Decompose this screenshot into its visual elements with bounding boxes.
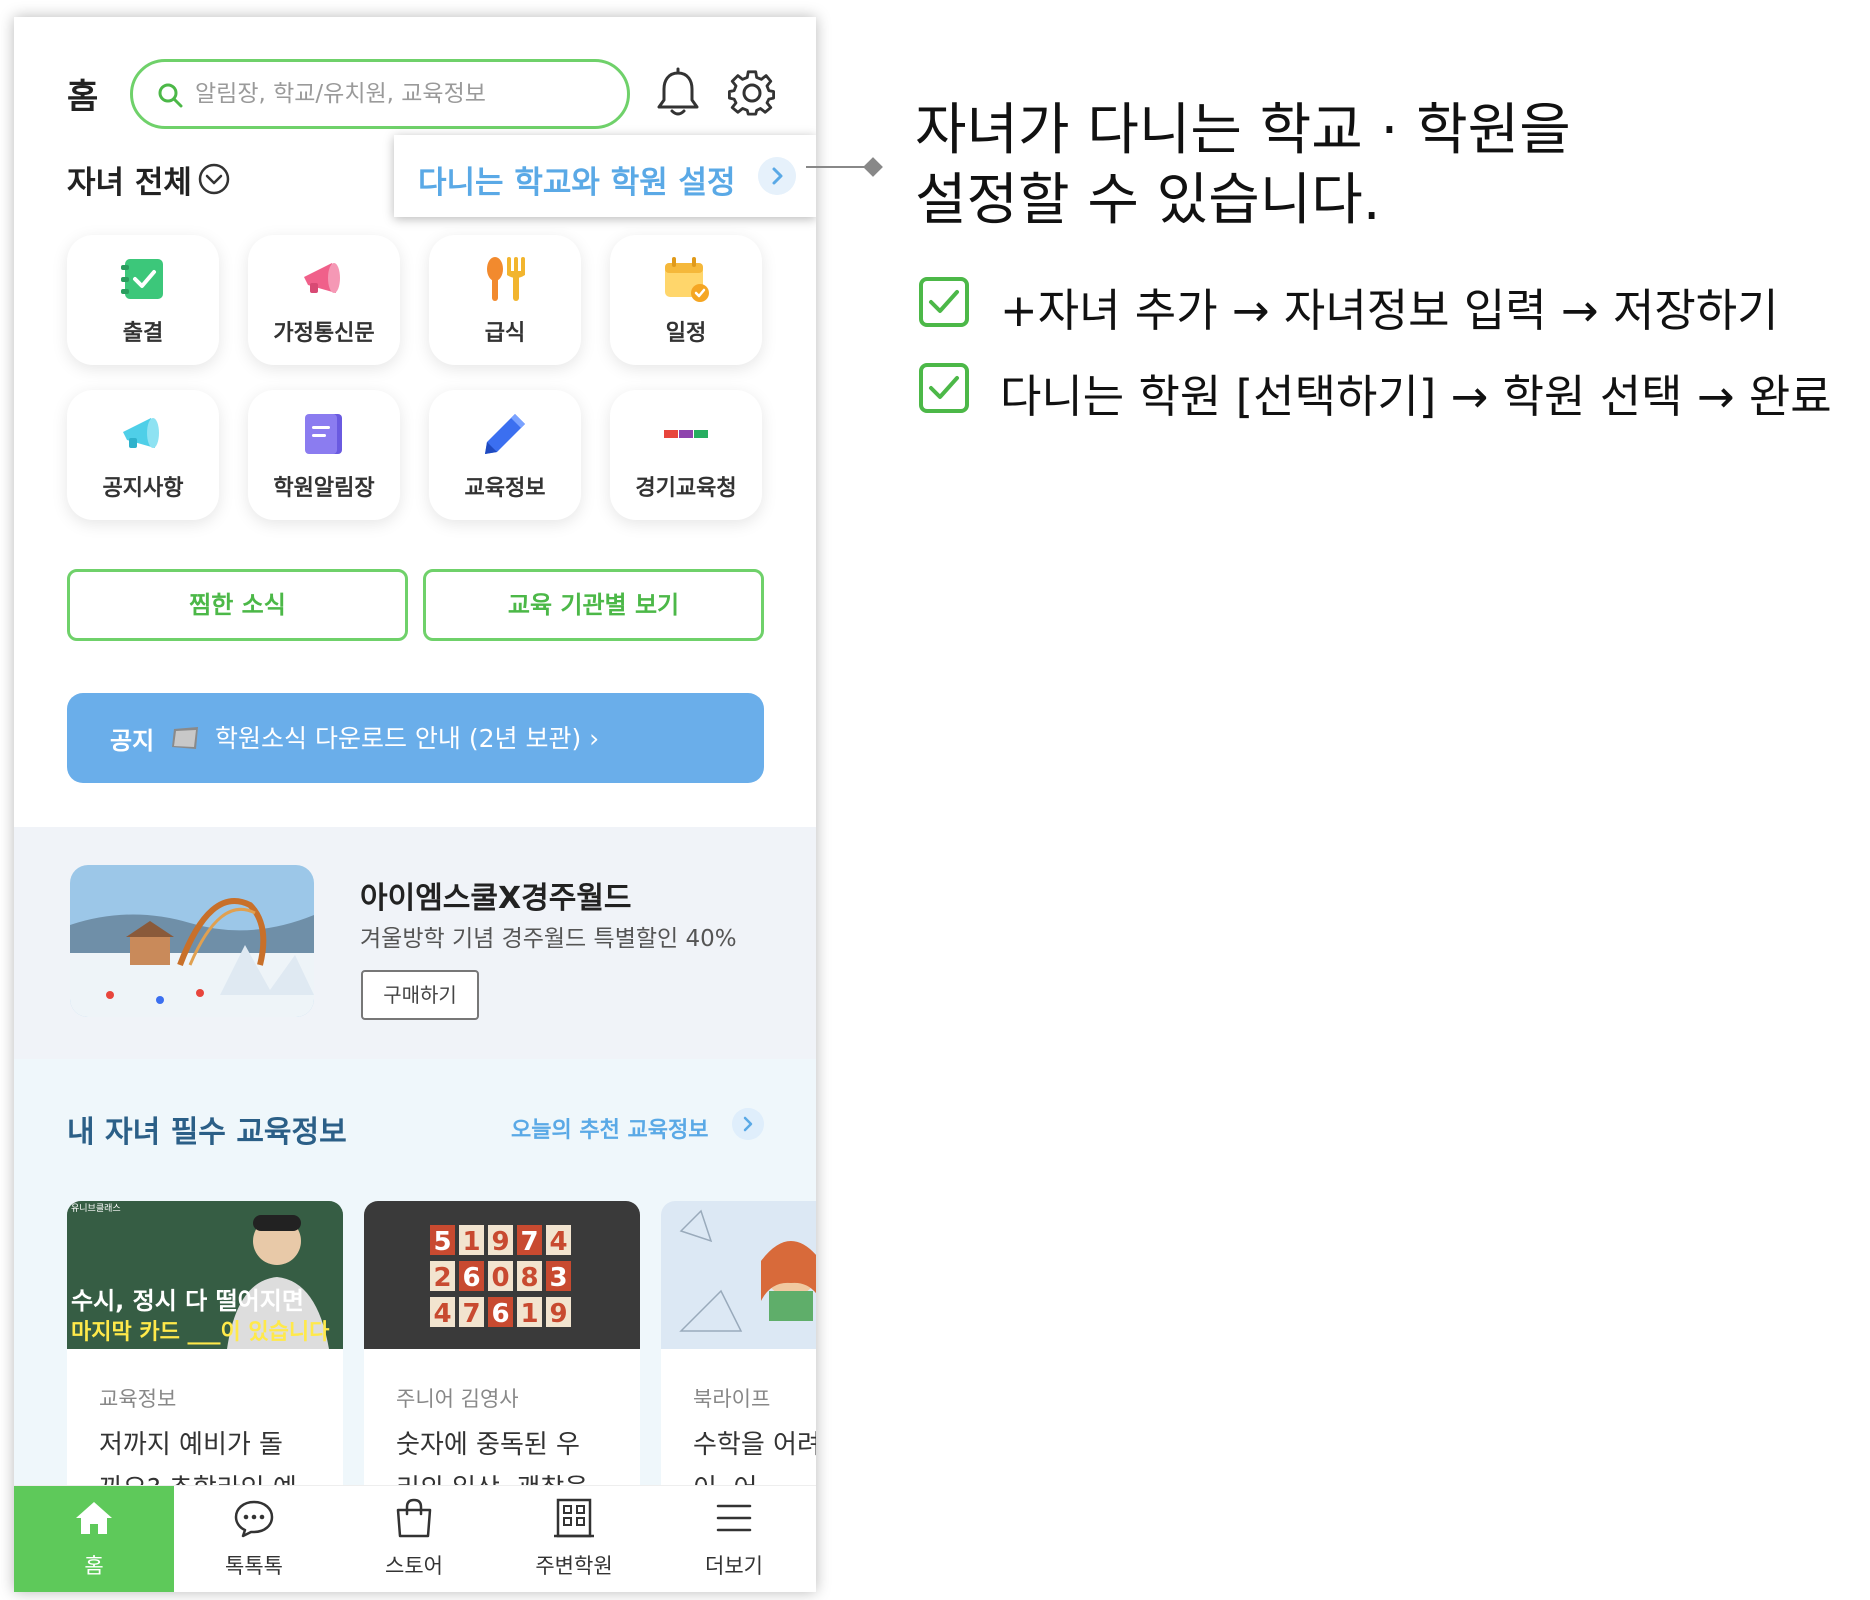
menu-attendance[interactable]: 출결 (67, 235, 219, 365)
menu-newsletter[interactable]: 가정통신문 (248, 235, 400, 365)
calendar-icon (665, 257, 709, 302)
buy-button[interactable]: 구매하기 (361, 970, 479, 1020)
notice-tag: 공지 (110, 727, 155, 755)
card-thumbnail: 유니브클래스 수시, 정시 다 떨어지면 마지막 카드 ___이 있습니다 (67, 1201, 343, 1349)
liked-news-button[interactable]: 찜한 소식 (67, 569, 408, 641)
search-input[interactable] (195, 62, 615, 126)
nav-label: 홈 (84, 1554, 104, 1578)
thumb-line1: 수시, 정시 다 떨어지면 (71, 1287, 304, 1315)
edu-section: 내 자녀 필수 교육정보 오늘의 추천 교육정보 유니브클래스 수시, 정시 다… (14, 1059, 816, 1561)
notice-text: 학원소식 다운로드 안내 (2년 보관) › (215, 724, 600, 753)
annotation-step2: 다니는 학원 [선택하기] → 학원 선택 → 완료 (1000, 370, 1832, 423)
digit-label: 9 (491, 1227, 509, 1257)
nav-label: 톡톡톡 (225, 1554, 283, 1578)
building-icon (554, 1498, 594, 1538)
menu-meal[interactable]: 급식 (429, 235, 581, 365)
promo-title: 아이엠스쿨X경주월드 (360, 881, 632, 916)
tile-label: 공지사항 (102, 476, 184, 501)
card-thumbnail: 5 1 9 7 42 6 0 8 34 7 6 1 9 (364, 1201, 640, 1349)
chevron-right-icon[interactable] (732, 1108, 764, 1140)
digit-label: 9 (549, 1299, 567, 1329)
promo-subtitle: 겨울방학 기념 경주월드 특별할인 40% (360, 926, 737, 952)
digit-label: 2 (433, 1263, 451, 1293)
tile-label: 출결 (122, 321, 164, 346)
page-title: 홈 (67, 77, 99, 117)
search-icon (158, 83, 183, 108)
thumb-line2: 마지막 카드 ___이 있습니다 (71, 1320, 330, 1345)
shopping-bag-icon (396, 1498, 432, 1538)
card-category: 교육정보 (99, 1387, 177, 1411)
digit-label: 5 (433, 1227, 451, 1257)
meal-icon (487, 257, 525, 301)
digit-label: 3 (549, 1263, 567, 1293)
promo-image (70, 865, 314, 1017)
tile-label: 학원알림장 (273, 476, 375, 501)
connector-dot (863, 157, 883, 177)
digit-label: 6 (462, 1263, 480, 1293)
menu-icon (716, 1504, 752, 1532)
menu-schedule[interactable]: 일정 (610, 235, 762, 365)
annotation-step1: +자녀 추가 → 자녀정보 입력 → 저장하기 (1000, 284, 1779, 337)
tile-label: 일정 (665, 321, 707, 346)
nav-more[interactable]: 더보기 (654, 1486, 814, 1592)
school-setting-callout[interactable]: 다니는 학교와 학원 설정 (394, 135, 816, 217)
annotation-title: 자녀가 다니는 학교 · 학원을 설정할 수 있습니다. (915, 96, 1571, 236)
bell-icon[interactable] (654, 67, 702, 119)
thumb-tag: 유니브클래스 (71, 1203, 121, 1214)
chat-icon (234, 1500, 274, 1538)
menu-edu-info[interactable]: 교육정보 (429, 390, 581, 520)
gyeonggi-logo-icon (664, 430, 708, 438)
section-title: 내 자녀 필수 교육정보 (67, 1115, 347, 1150)
nav-talk[interactable]: 톡톡톡 (174, 1486, 334, 1592)
home-icon (76, 1502, 112, 1534)
announcement-icon (123, 418, 159, 448)
pencil-icon (485, 414, 525, 454)
tile-label: 교육정보 (464, 476, 546, 501)
chevron-right-icon (758, 157, 796, 195)
digit-label: 1 (520, 1299, 538, 1329)
card-category: 북라이프 (693, 1387, 771, 1411)
annotation-title-line1: 자녀가 다니는 학교 · 학원을 (915, 98, 1571, 163)
notebook-icon (305, 414, 342, 454)
bottom-nav: 홈 톡톡톡 스토어 주변학원 더보기 (14, 1485, 816, 1592)
digit-label: 6 (491, 1299, 509, 1329)
gear-icon[interactable] (728, 69, 776, 117)
recommended-link[interactable]: 오늘의 추천 교육정보 (511, 1112, 708, 1144)
card-category: 주니어 김영사 (396, 1387, 519, 1411)
folder-icon (172, 727, 198, 749)
menu-announcement[interactable]: 공지사항 (67, 390, 219, 520)
nav-store[interactable]: 스토어 (334, 1486, 494, 1592)
digit-label: 7 (520, 1227, 538, 1257)
nav-label: 주변학원 (535, 1554, 613, 1578)
phone-screen: 홈 자녀 전체 다니는 학교와 학원 설정 (14, 17, 816, 1592)
checkbox-icon (919, 277, 969, 327)
callout-text: 다니는 학교와 학원 설정 (418, 165, 736, 201)
digit-label: 4 (433, 1299, 451, 1329)
menu-academy-notice[interactable]: 학원알림장 (248, 390, 400, 520)
nav-label: 스토어 (385, 1554, 443, 1578)
by-institution-button[interactable]: 교육 기관별 보기 (423, 569, 764, 641)
nav-home[interactable]: 홈 (14, 1486, 174, 1592)
tile-label: 경기교육청 (635, 476, 737, 501)
search-bar[interactable] (130, 59, 630, 129)
checkbox-icon (919, 363, 969, 413)
menu-gyeonggi-office[interactable]: 경기교육청 (610, 390, 762, 520)
megaphone-icon (304, 263, 340, 293)
digit-label: 0 (491, 1263, 509, 1293)
notice-banner[interactable]: 공지 학원소식 다운로드 안내 (2년 보관) › (67, 693, 764, 783)
tile-label: 급식 (484, 321, 526, 346)
tile-label: 가정통신문 (273, 321, 375, 346)
digit-label: 8 (520, 1263, 538, 1293)
child-selector[interactable]: 자녀 전체 (67, 157, 192, 202)
digit-label: 1 (462, 1227, 480, 1257)
nav-label: 더보기 (705, 1554, 763, 1578)
annotation-title-line2: 설정할 수 있습니다. (915, 168, 1381, 233)
digit-label: 7 (462, 1299, 480, 1329)
digit-label: 4 (549, 1227, 567, 1257)
attendance-icon (121, 259, 163, 299)
promo-banner[interactable]: 아이엠스쿨X경주월드 겨울방학 기념 경주월드 특별할인 40% 구매하기 (14, 827, 816, 1059)
nav-nearby-academy[interactable]: 주변학원 (494, 1486, 654, 1592)
card-thumbnail (661, 1201, 816, 1349)
chevron-down-icon[interactable] (197, 162, 231, 196)
